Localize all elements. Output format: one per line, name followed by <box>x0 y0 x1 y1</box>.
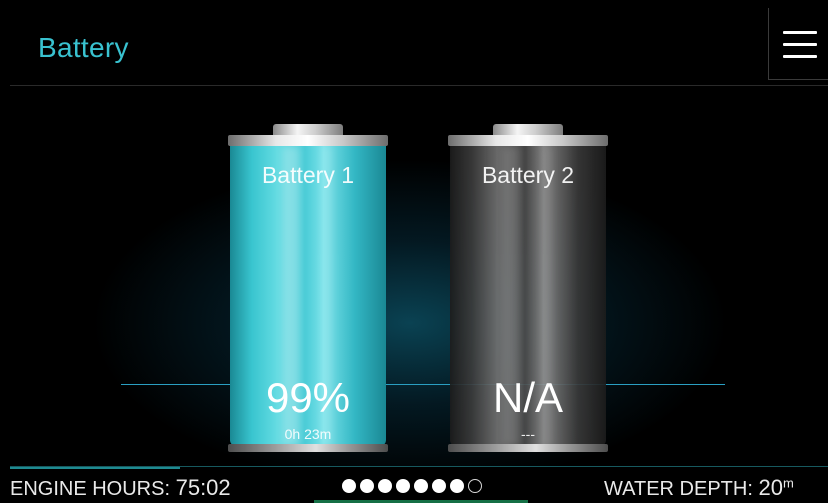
water-depth-value: 20 <box>758 475 783 500</box>
page-dot-6[interactable] <box>432 479 446 493</box>
status-footer: ENGINE HOURS: 75:02 WATER DEPTH: 20m <box>10 466 828 503</box>
battery-charge-value: 99% <box>265 374 351 421</box>
page-dot-7[interactable] <box>450 479 464 493</box>
page-dot-3[interactable] <box>378 479 392 493</box>
engine-hours-readout: ENGINE HOURS: 75:02 <box>10 475 231 501</box>
battery-name: Battery 2 <box>481 162 575 188</box>
battery-name: Battery 1 <box>261 162 355 188</box>
page-dot-1[interactable] <box>342 479 356 493</box>
footer-accent-line <box>10 467 180 469</box>
page-dot-8[interactable] <box>468 479 482 493</box>
horizon-line <box>121 384 725 385</box>
water-depth-label: WATER DEPTH: <box>604 478 753 500</box>
battery-top-rim <box>228 135 388 146</box>
water-depth-readout: WATER DEPTH: 20m <box>604 475 794 501</box>
battery-screen: Battery Battery 1 99% 0h 23m Battery 2 N… <box>10 8 828 503</box>
battery-time-remaining: --- <box>521 426 535 442</box>
battery-2-gauge[interactable]: Battery 2 N/A --- <box>446 124 610 454</box>
page-dot-4[interactable] <box>396 479 410 493</box>
battery-base-rim <box>448 444 608 452</box>
water-depth-unit: m <box>782 475 794 491</box>
page-title: Battery <box>38 32 129 63</box>
page-dot-2[interactable] <box>360 479 374 493</box>
background-glow <box>90 158 730 488</box>
page-indicator[interactable] <box>342 479 482 493</box>
menu-button[interactable] <box>768 8 828 80</box>
battery-top-rim <box>448 135 608 146</box>
battery-time-remaining: 0h 23m <box>284 426 332 442</box>
header-bar: Battery <box>10 8 828 86</box>
engine-hours-label: ENGINE HOURS: <box>10 478 171 500</box>
engine-hours-value: 75:02 <box>175 475 231 500</box>
battery-base-rim <box>228 444 388 452</box>
page-dot-5[interactable] <box>414 479 428 493</box>
battery-charge-value: N/A <box>492 374 563 421</box>
battery-1-gauge[interactable]: Battery 1 99% 0h 23m <box>226 124 390 454</box>
